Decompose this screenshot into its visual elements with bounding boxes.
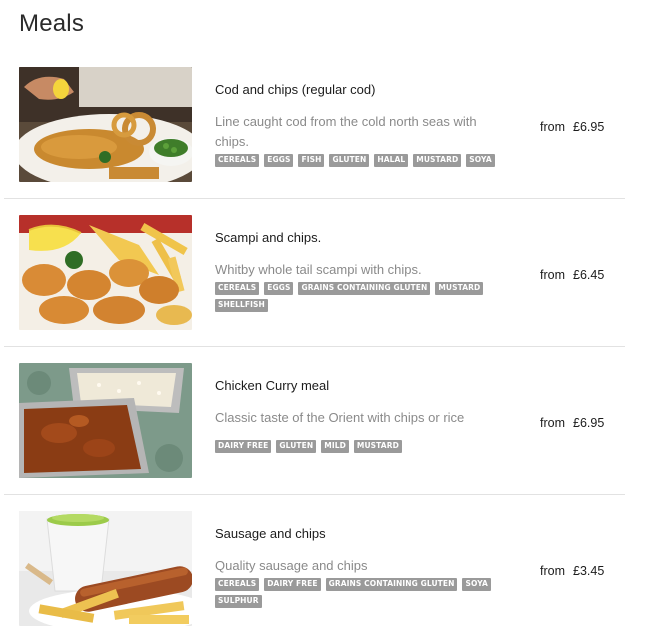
allergen-tag: EGGS (264, 282, 294, 295)
price-value: £6.45 (573, 268, 605, 282)
price: from £6.95 (540, 120, 604, 134)
menu-item-sausage[interactable]: Sausage and chips Quality sausage and ch… (0, 497, 646, 637)
allergen-tag: SOYA (466, 154, 495, 167)
menu-item-cod-and-chips[interactable]: Cod and chips (regular cod) Line caught … (0, 53, 646, 201)
item-description: Whitby whole tail scampi with chips. (215, 262, 422, 277)
item-description: Quality sausage and chips (215, 558, 368, 573)
allergen-tag: SHELLFISH (215, 299, 268, 312)
price-prefix: from (540, 416, 565, 430)
divider (4, 346, 625, 347)
allergen-tag: GRAINS CONTAINING GLUTEN (298, 282, 431, 295)
item-description: Line caught cod from the cold north seas… (215, 114, 477, 149)
price-prefix: from (540, 120, 565, 134)
price: from £6.45 (540, 268, 604, 282)
allergen-tags: CEREALS EGGS FISH GLUTEN HALAL MUSTARD S… (215, 154, 515, 167)
allergen-tag: GLUTEN (276, 440, 317, 453)
cod-and-chips-photo[interactable] (19, 67, 192, 182)
allergen-tag: FISH (298, 154, 325, 167)
allergen-tag: EGGS (264, 154, 294, 167)
item-name[interactable]: Chicken Curry meal (215, 378, 329, 393)
allergen-tag: CEREALS (215, 578, 260, 591)
allergen-tag: MUSTARD (413, 154, 462, 167)
price-prefix: from (540, 268, 565, 282)
price-value: £6.95 (573, 416, 605, 430)
price-value: £6.95 (573, 120, 605, 134)
menu-item-scampi[interactable]: Scampi and chips. Whitby whole tail scam… (0, 201, 646, 349)
allergen-tag: CEREALS (215, 154, 260, 167)
divider (4, 198, 625, 199)
allergen-tag: HALAL (374, 154, 409, 167)
page-title: Meals (19, 10, 85, 37)
allergen-tag: DAIRY FREE (215, 440, 272, 453)
allergen-tag: MUSTARD (435, 282, 484, 295)
item-name[interactable]: Sausage and chips (215, 526, 326, 541)
allergen-tag: MILD (321, 440, 349, 453)
divider (4, 494, 625, 495)
allergen-tag: GLUTEN (329, 154, 370, 167)
item-name[interactable]: Scampi and chips. (215, 230, 321, 245)
menu-item-chicken-curry[interactable]: Chicken Curry meal Classic taste of the … (0, 349, 646, 497)
allergen-tag: GRAINS CONTAINING GLUTEN (325, 578, 458, 591)
price-value: £3.45 (573, 564, 605, 578)
allergen-tag: MUSTARD (353, 440, 402, 453)
allergen-tag: SULPHUR (215, 595, 262, 608)
price: from £6.95 (540, 416, 604, 430)
item-name[interactable]: Cod and chips (regular cod) (215, 82, 375, 97)
allergen-tag: SOYA (462, 578, 491, 591)
item-description: Classic taste of the Orient with chips o… (215, 410, 465, 425)
allergen-tags: CEREALS DAIRY FREE GRAINS CONTAINING GLU… (215, 578, 515, 608)
sausage-photo[interactable] (19, 511, 192, 626)
chicken-curry-photo[interactable] (19, 363, 192, 478)
allergen-tags: DAIRY FREE GLUTEN MILD MUSTARD (215, 440, 515, 453)
scampi-photo[interactable] (19, 215, 192, 330)
price-prefix: from (540, 564, 565, 578)
allergen-tag: DAIRY FREE (264, 578, 321, 591)
allergen-tags: CEREALS EGGS GRAINS CONTAINING GLUTEN MU… (215, 282, 515, 312)
price: from £3.45 (540, 564, 604, 578)
allergen-tag: CEREALS (215, 282, 260, 295)
